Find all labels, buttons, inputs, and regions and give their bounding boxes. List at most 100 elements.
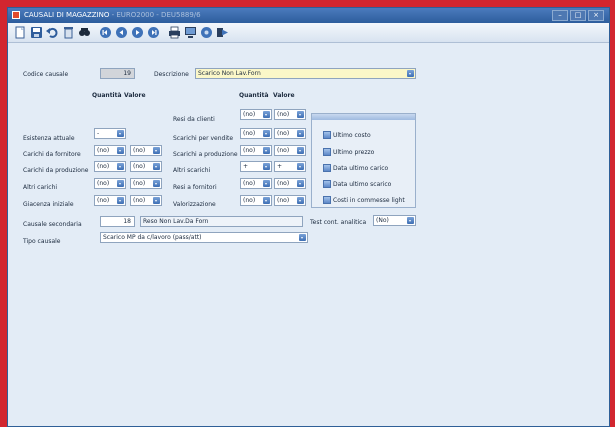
codice-causale-field[interactable]: 19 — [100, 68, 135, 79]
header-valore-right: Valore — [273, 92, 295, 99]
last-icon[interactable] — [147, 26, 160, 39]
chevron-down-icon[interactable] — [297, 147, 304, 154]
option-data-ultimo-scarico-label: Data ultimo scarico — [333, 181, 392, 188]
giacenza-iniziale-qty-value: (no) — [97, 197, 110, 204]
chevron-down-icon[interactable] — [117, 130, 124, 137]
option-costi-commesse-label: Costi in commesse light — [333, 197, 405, 204]
carichi-produzione-label: Carichi da produzione — [23, 167, 89, 174]
chevron-down-icon[interactable] — [263, 180, 270, 187]
monitor-icon[interactable] — [184, 26, 197, 39]
chevron-down-icon[interactable] — [263, 130, 270, 137]
first-icon[interactable] — [99, 26, 112, 39]
giacenza-iniziale-val[interactable]: (no) — [130, 195, 162, 206]
valorizzazione-qty[interactable]: (no) — [240, 195, 272, 206]
option-data-ultimo-carico-button[interactable] — [323, 164, 331, 172]
chevron-down-icon[interactable] — [263, 111, 270, 118]
carichi-produzione-val[interactable]: (no) — [130, 161, 162, 172]
tipo-causale-label: Tipo causale — [23, 238, 61, 245]
scarichi-produzione-val[interactable]: (no) — [274, 145, 306, 156]
undo-icon[interactable] — [46, 26, 59, 39]
altri-carichi-qty[interactable]: (no) — [94, 178, 126, 189]
resi-clienti-val[interactable]: (no) — [274, 109, 306, 120]
scarichi-vendite-qty[interactable]: (no) — [240, 128, 272, 139]
option-ultimo-costo-button[interactable] — [323, 131, 331, 139]
option-ultimo-prezzo-button[interactable] — [323, 148, 331, 156]
altri-scarichi-val[interactable]: + — [274, 161, 306, 172]
scarichi-vendite-val[interactable]: (no) — [274, 128, 306, 139]
causale-secondaria-description: Reso Non Lav.Da Forn — [140, 216, 303, 227]
chevron-down-icon[interactable] — [117, 163, 124, 170]
valorizzazione-options-panel: Ultimo costo Ultimo prezzo Data ultimo c… — [311, 113, 416, 208]
test-cont-analitica-label: Test cont. analitica — [310, 219, 367, 226]
chevron-down-icon[interactable] — [117, 147, 124, 154]
delete-icon[interactable] — [62, 26, 75, 39]
maximize-button[interactable]: □ — [570, 10, 586, 21]
valorizzazione-val[interactable]: (no) — [274, 195, 306, 206]
tipo-causale-select[interactable]: Scarico MP da c/lavoro (pass/att) — [100, 232, 308, 243]
window-controls: – □ × — [552, 10, 604, 21]
previous-icon[interactable] — [115, 26, 128, 39]
scarichi-vendite-qty-value: (no) — [243, 130, 256, 137]
chevron-down-icon[interactable] — [407, 70, 414, 77]
resi-fornitori-qty[interactable]: (no) — [240, 178, 272, 189]
test-cont-analitica-select[interactable]: (No) — [373, 215, 416, 226]
chevron-down-icon[interactable] — [263, 147, 270, 154]
valorizzazione-val-value: (no) — [277, 197, 290, 204]
carichi-produzione-val-value: (no) — [133, 163, 146, 170]
chevron-down-icon[interactable] — [297, 180, 304, 187]
giacenza-iniziale-qty[interactable]: (no) — [94, 195, 126, 206]
chevron-down-icon[interactable] — [117, 180, 124, 187]
chevron-down-icon[interactable] — [153, 197, 160, 204]
title-bar[interactable]: CAUSALI DI MAGAZZINO - EURO2000 - DEU588… — [8, 8, 609, 23]
save-icon[interactable] — [30, 26, 43, 39]
resi-clienti-label: Resi da clienti — [173, 116, 215, 123]
chevron-down-icon[interactable] — [153, 163, 160, 170]
chevron-down-icon[interactable] — [117, 197, 124, 204]
option-data-ultimo-carico-label: Data ultimo carico — [333, 165, 389, 172]
window-title-extra: - EURO2000 - DEU5889/6 — [111, 11, 201, 19]
carichi-fornitore-val[interactable]: (no) — [130, 145, 162, 156]
minimize-button[interactable]: – — [552, 10, 568, 21]
altri-scarichi-qty[interactable]: + — [240, 161, 272, 172]
help-icon[interactable] — [200, 26, 213, 39]
chevron-down-icon[interactable] — [263, 163, 270, 170]
scarichi-produzione-qty[interactable]: (no) — [240, 145, 272, 156]
altri-scarichi-label: Altri scarichi — [173, 167, 211, 174]
toolbar — [8, 23, 609, 43]
next-icon[interactable] — [131, 26, 144, 39]
option-data-ultimo-scarico-button[interactable] — [323, 180, 331, 188]
descrizione-field[interactable]: Scarico Non Lav.Forn — [195, 68, 416, 79]
chevron-down-icon[interactable] — [153, 147, 160, 154]
carichi-produzione-qty[interactable]: (no) — [94, 161, 126, 172]
chevron-down-icon[interactable] — [153, 180, 160, 187]
altri-scarichi-val-value: + — [277, 163, 283, 170]
close-button[interactable]: × — [588, 10, 604, 21]
esistenza-attuale-label: Esistenza attuale — [23, 135, 75, 142]
search-icon[interactable] — [78, 26, 91, 39]
chevron-down-icon[interactable] — [297, 130, 304, 137]
carichi-fornitore-val-value: (no) — [133, 147, 146, 154]
exit-icon[interactable] — [216, 26, 229, 39]
resi-clienti-qty[interactable]: (no) — [240, 109, 272, 120]
causale-secondaria-code[interactable]: 18 — [100, 216, 135, 227]
esistenza-attuale-qty[interactable]: - — [94, 128, 126, 139]
resi-clienti-qty-value: (no) — [243, 111, 256, 118]
altri-carichi-val[interactable]: (no) — [130, 178, 162, 189]
option-costi-commesse-button[interactable] — [323, 196, 331, 204]
option-ultimo-costo-label: Ultimo costo — [333, 132, 371, 139]
resi-fornitori-val[interactable]: (no) — [274, 178, 306, 189]
chevron-down-icon[interactable] — [299, 234, 306, 241]
codice-causale-label: Codice causale — [23, 71, 69, 78]
carichi-fornitore-qty[interactable]: (no) — [94, 145, 126, 156]
scarichi-vendite-val-value: (no) — [277, 130, 290, 137]
chevron-down-icon[interactable] — [297, 111, 304, 118]
print-icon[interactable] — [168, 26, 181, 39]
giacenza-iniziale-label: Giacenza iniziale — [23, 201, 74, 208]
chevron-down-icon[interactable] — [263, 197, 270, 204]
chevron-down-icon[interactable] — [407, 217, 414, 224]
new-icon[interactable] — [14, 26, 27, 39]
resi-fornitori-qty-value: (no) — [243, 180, 256, 187]
chevron-down-icon[interactable] — [297, 197, 304, 204]
chevron-down-icon[interactable] — [297, 163, 304, 170]
causale-secondaria-label: Causale secondaria — [23, 221, 82, 228]
